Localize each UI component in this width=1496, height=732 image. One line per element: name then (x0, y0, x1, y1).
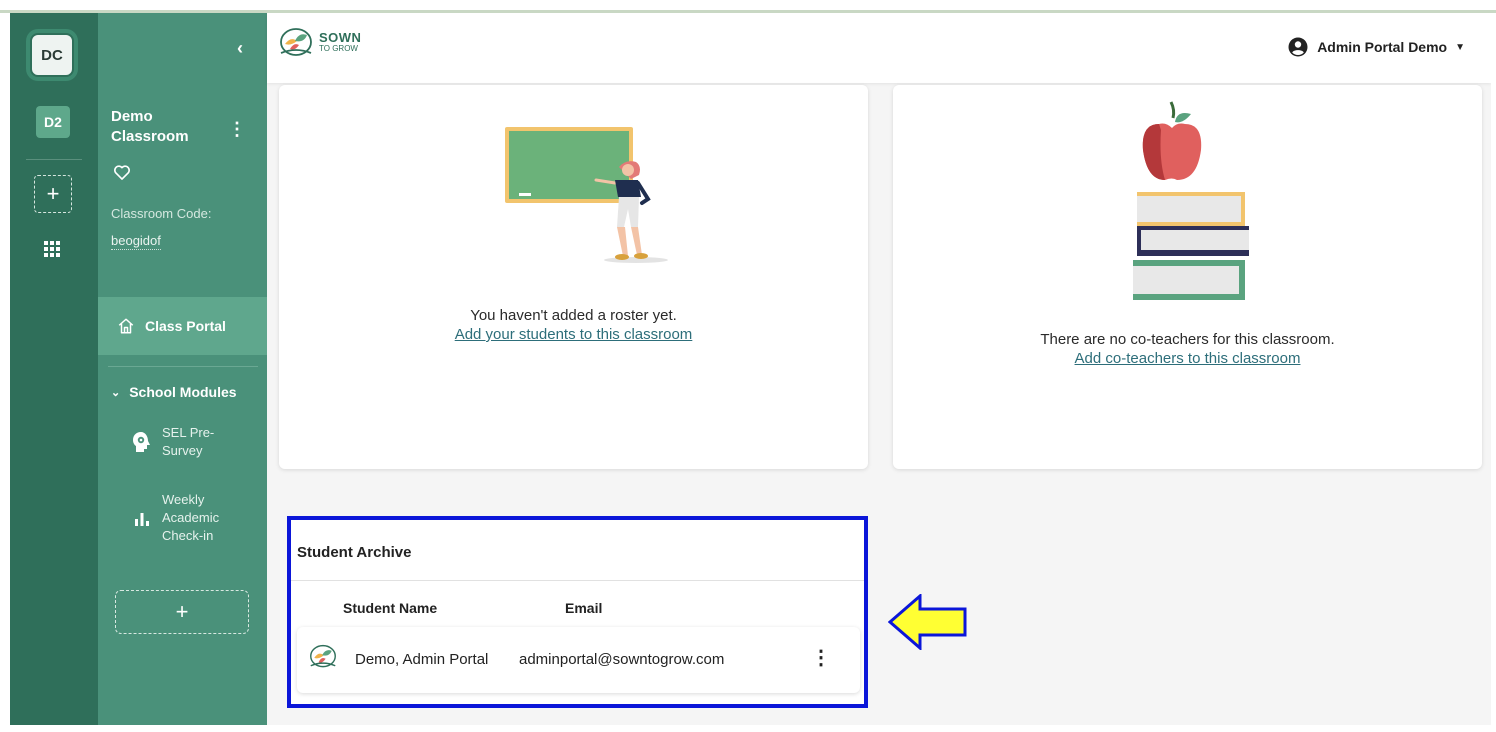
yellow-callout-arrow (888, 594, 967, 650)
logo-tagline: TO GROW (319, 44, 358, 53)
row-menu-kebab-icon[interactable]: ⋮ (811, 645, 831, 670)
collapse-sidebar-chevron-icon[interactable]: ‹ (237, 38, 243, 59)
favorite-heart-icon[interactable] (112, 162, 132, 182)
bar-chart-icon (135, 513, 149, 526)
classroom-menu-kebab-icon[interactable]: ⋮ (228, 119, 246, 140)
student-archive-panel: Student Archive Student Name Email Demo,… (287, 516, 868, 708)
nav-class-portal-label: Class Portal (145, 318, 226, 334)
sidebar-divider (108, 366, 258, 367)
roster-empty-message: You haven't added a roster yet. (470, 307, 677, 324)
roster-card: You haven't added a roster yet. Add your… (279, 85, 868, 469)
top-header: SOWN TO GROW Admin Portal Demo ▼ (267, 13, 1491, 83)
nav-class-portal[interactable]: Class Portal (98, 297, 267, 355)
current-classroom-initials: DC (30, 33, 74, 77)
classroom-code-value[interactable]: beogidof (111, 233, 161, 250)
classroom-code-label: Classroom Code: (111, 206, 212, 221)
apps-grid-icon[interactable] (42, 239, 62, 259)
student-archive-title: Student Archive (297, 544, 412, 561)
add-module-button[interactable]: + (115, 590, 249, 634)
classroom-title: Demo Classroom (111, 108, 189, 145)
classroom-badge-d2[interactable]: D2 (36, 106, 70, 138)
add-coteachers-link[interactable]: Add co-teachers to this classroom (893, 349, 1482, 368)
account-circle-icon (1288, 37, 1308, 57)
home-icon (118, 318, 134, 334)
sprout-logo-icon (280, 28, 312, 56)
coteachers-card: There are no co-teachers for this classr… (893, 85, 1482, 469)
module-item-label: Weekly Academic Check-in (162, 492, 220, 543)
rail-divider (26, 159, 82, 160)
module-item-weekly-academic-check-in[interactable]: Weekly Academic Check-in (131, 491, 232, 545)
classroom-rail: DC D2 + (10, 13, 98, 725)
module-item-label: SEL Pre-Survey (162, 425, 215, 458)
app-frame: DC D2 + ‹ Demo Classroom ⋮ Classroom Cod… (10, 13, 1491, 725)
add-classroom-button[interactable]: + (34, 175, 72, 213)
table-row[interactable]: Demo, Admin Portal adminportal@sowntogro… (297, 627, 860, 693)
coteachers-empty-message: There are no co-teachers for this classr… (1040, 331, 1335, 348)
chevron-down-icon: ⌄ (111, 386, 121, 399)
add-students-link[interactable]: Add your students to this classroom (279, 325, 868, 344)
column-header-email: Email (565, 600, 603, 616)
student-email: adminportal@sowntogrow.com (519, 651, 725, 668)
school-modules-label: School Modules (129, 384, 237, 400)
module-item-sel-pre-survey[interactable]: SEL Pre-Survey (131, 424, 232, 460)
head-gear-icon (133, 432, 150, 452)
column-header-student-name: Student Name (343, 600, 438, 616)
sown-to-grow-logo[interactable]: SOWN TO GROW (279, 27, 361, 59)
student-avatar-sprout-icon (310, 644, 336, 668)
student-name: Demo, Admin Portal (355, 651, 489, 668)
apple-books-illustration (1133, 101, 1249, 300)
archive-divider (291, 580, 864, 581)
class-sidebar: ‹ Demo Classroom ⋮ Classroom Code: beogi… (98, 13, 267, 725)
current-classroom-badge[interactable]: DC (26, 29, 78, 81)
logo-wordmark: SOWN (319, 30, 362, 45)
teacher-chalkboard-illustration (505, 127, 668, 263)
caret-down-icon: ▼ (1455, 41, 1465, 53)
user-name: Admin Portal Demo (1317, 39, 1448, 55)
user-menu[interactable]: Admin Portal Demo ▼ (1288, 37, 1465, 57)
school-modules-toggle[interactable]: ⌄ School Modules (111, 384, 237, 400)
